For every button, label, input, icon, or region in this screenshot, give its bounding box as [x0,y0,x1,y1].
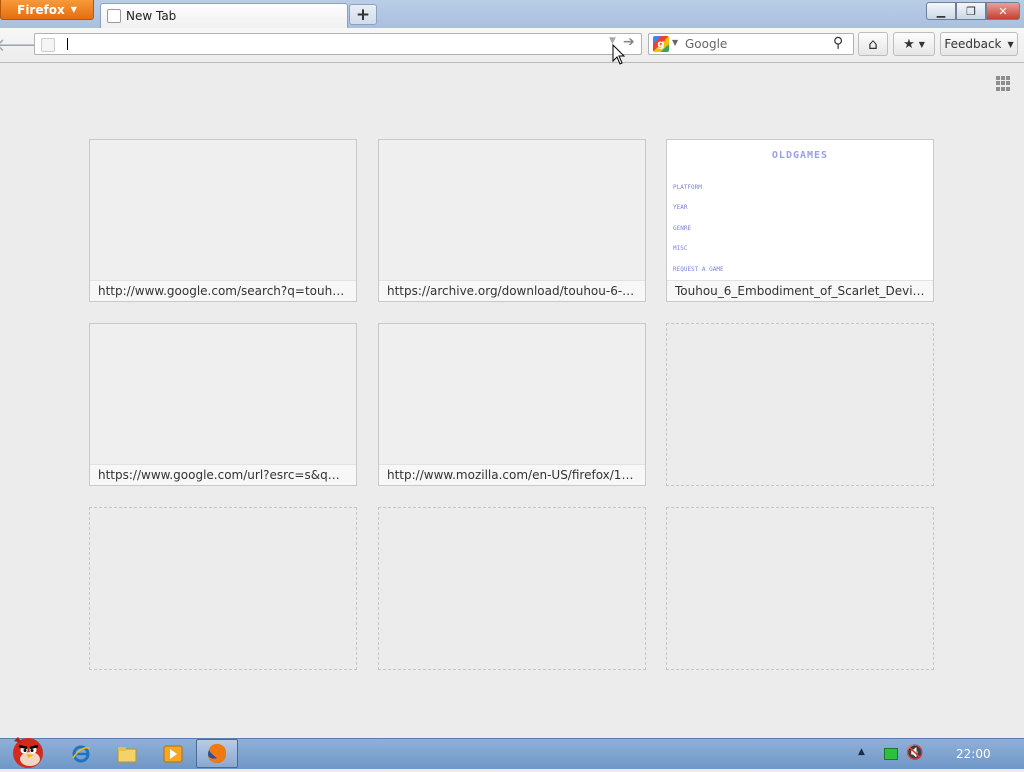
tile-thumbnail [379,324,645,464]
plus-icon: + [355,4,371,25]
file-explorer-icon[interactable] [114,742,140,766]
chevron-down-icon: ▼ [918,39,925,49]
text-cursor [67,38,68,50]
network-icon[interactable] [884,748,898,760]
tile-caption: https://archive.org/download/touhou-6-em… [379,280,645,301]
search-bar[interactable]: g ▼ ⚲ [648,33,854,55]
home-button[interactable]: ⌂ [858,32,888,56]
feedback-button[interactable]: Feedback ▼ [940,32,1018,56]
internet-explorer-icon[interactable] [68,742,94,766]
navigation-toolbar: 🡐 ▼ ➔ g ▼ ⚲ ⌂ ★ ▼ Feedback ▼ [0,28,1024,63]
empty-tile [89,507,357,670]
firefox-menu-label: Firefox [17,2,65,17]
firefox-menu-button[interactable]: Firefox ▼ [0,0,94,20]
volume-muted-icon[interactable]: 🔇 [906,745,923,761]
show-hidden-icons-icon[interactable]: ▲ [858,747,865,757]
url-bar[interactable]: ▼ ➔ [34,33,642,55]
tile-thumbnail [379,140,645,280]
restore-icon: ❐ [966,4,976,18]
tile-thumbnail: OLDGAMES PLATFORM YEAR GENRE MISC REQUES… [667,140,933,280]
site-tile[interactable]: https://archive.org/download/touhou-6-em… [378,139,646,302]
restore-button[interactable]: ❐ [956,2,986,20]
thumbnail-link: MISC [673,245,688,252]
empty-tile [666,507,934,670]
empty-tile [378,507,646,670]
page-favicon-icon [107,9,121,23]
clock[interactable]: 22:00 [956,747,991,761]
chevron-down-icon: ▼ [70,5,77,14]
search-input[interactable] [685,36,825,52]
taskbar: ▲ 🔇 22:00 [0,737,1024,769]
site-tile[interactable]: http://www.mozilla.com/en-US/firefox/13.… [378,323,646,486]
thumbnail-link: GENRE [673,225,692,232]
back-button[interactable]: 🡐 [0,33,43,57]
google-engine-icon[interactable]: g [653,36,669,52]
thumbnail-link: PLATFORM [673,184,702,191]
bookmark-star-icon: ★ [903,36,915,52]
site-tile[interactable]: https://www.google.com/url?esrc=s&q=&rct… [89,323,357,486]
empty-tile [666,323,934,486]
firefox-taskbar-button[interactable] [196,739,238,768]
mouse-cursor-icon [612,44,626,65]
magnifier-icon[interactable]: ⚲ [833,35,843,51]
tab-title: New Tab [126,9,177,23]
title-bar: Firefox ▼ New Tab + ▁ ❐ ✕ [0,0,1024,28]
close-icon: ✕ [998,4,1008,18]
tile-thumbnail [90,324,356,464]
start-button[interactable] [4,731,48,769]
minimize-icon: ▁ [936,4,946,18]
minimize-button[interactable]: ▁ [926,2,956,20]
url-input[interactable] [65,36,605,52]
tile-thumbnail [90,140,356,280]
media-player-icon[interactable] [160,742,186,766]
site-tile[interactable]: http://www.google.com/search?q=touhou+6.… [89,139,357,302]
tab-new-tab[interactable]: New Tab [100,3,348,28]
site-identity-icon[interactable] [41,38,55,52]
toggle-grid-icon[interactable] [996,76,1011,91]
new-tab-button[interactable]: + [349,4,377,25]
engine-dropdown-icon[interactable]: ▼ [672,38,678,47]
home-icon: ⌂ [868,35,878,53]
angry-bird-icon [13,737,43,768]
tile-caption: http://www.google.com/search?q=touhou+6.… [90,280,356,301]
thumbnail-link: REQUEST A GAME [673,266,724,273]
thumbnail-link: YEAR [673,204,688,211]
firefox-icon [208,743,227,763]
feedback-label: Feedback [944,37,1002,51]
new-tab-page: http://www.google.com/search?q=touhou+6.… [0,63,1024,738]
thumbnail-title: OLDGAMES [771,150,829,161]
tile-caption: http://www.mozilla.com/en-US/firefox/13.… [379,464,645,485]
close-button[interactable]: ✕ [986,2,1020,20]
tile-caption: https://www.google.com/url?esrc=s&q=&rct… [90,464,356,485]
tile-caption: Touhou_6_Embodiment_of_Scarlet_Devil_Win… [667,280,933,301]
bookmarks-button[interactable]: ★ ▼ [893,32,935,56]
site-tile[interactable]: OLDGAMES PLATFORM YEAR GENRE MISC REQUES… [666,139,934,302]
chevron-down-icon: ▼ [1007,39,1014,49]
